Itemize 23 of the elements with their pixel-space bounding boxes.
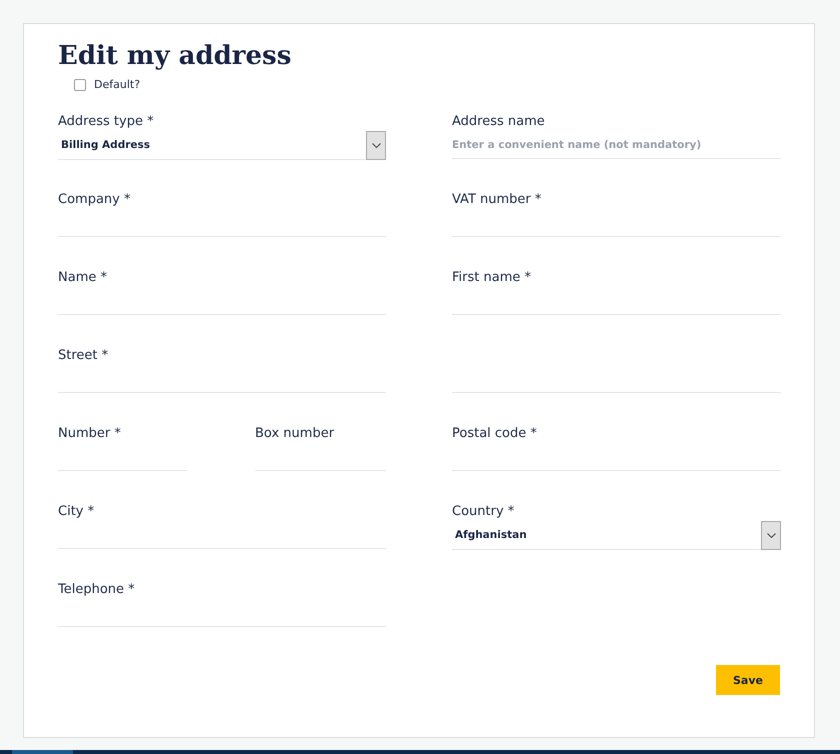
select-field[interactable]: Billing Address (58, 131, 386, 160)
field-label: VAT number * (452, 191, 542, 209)
dropdown-button[interactable] (761, 520, 781, 550)
field-label: First name * (452, 269, 531, 287)
checkbox-label: Default? (94, 78, 140, 91)
field-label: Telephone * (58, 581, 135, 599)
field-label: Postal code * (452, 425, 537, 443)
field-label: Street * (58, 347, 108, 365)
dropdown-button[interactable] (366, 130, 386, 160)
field-label: City * (58, 503, 94, 521)
field-label: Country * (452, 503, 514, 521)
field-label: Company * (58, 191, 130, 209)
field-label: Number * (58, 425, 121, 443)
chevron-down-icon (766, 532, 776, 538)
field-label: Name * (58, 269, 107, 287)
save-button[interactable]: Save (716, 665, 780, 695)
select-field[interactable]: Afghanistan (452, 521, 781, 550)
field-label: Address name (452, 113, 545, 131)
field-label: Box number (255, 425, 334, 443)
field-label: Address type * (58, 113, 154, 131)
chevron-down-icon (372, 142, 380, 148)
page-title: Edit my address (58, 40, 292, 73)
checkbox[interactable] (74, 78, 86, 90)
